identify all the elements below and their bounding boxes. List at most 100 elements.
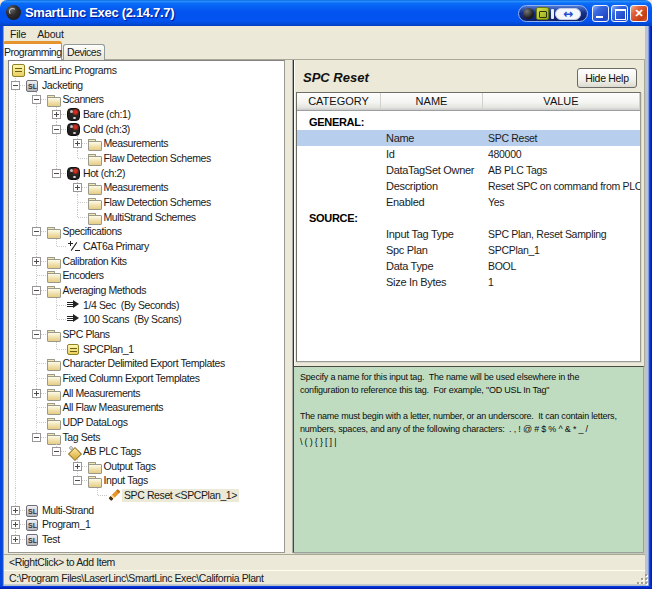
tree-expand-icon[interactable] [11, 535, 20, 544]
tree-item-label[interactable]: Encoders [61, 269, 106, 282]
tree-item-label[interactable]: Input Tags [102, 474, 150, 487]
tree-item[interactable]: Encoders [9, 268, 284, 283]
tree-item[interactable]: SPC Reset <SPCPlan_1> [9, 488, 284, 503]
tree-item-label[interactable]: Scanners [61, 93, 106, 106]
tree-item-label[interactable]: Tag Sets [61, 431, 103, 444]
tree-item-label[interactable]: Flaw Detection Schemes [102, 152, 213, 165]
tree-item-label[interactable]: SPC Plans [61, 328, 112, 341]
tree-item-label[interactable]: Measurements [102, 181, 171, 194]
tab-devices[interactable]: Devices [63, 44, 105, 60]
tree-expand-icon[interactable] [32, 257, 41, 266]
tab-programming[interactable]: Programming [3, 41, 62, 60]
tree-collapse-icon[interactable] [52, 447, 61, 456]
grid-row[interactable]: NameSPC Reset [297, 130, 640, 146]
tree-item[interactable]: Program_1 [9, 517, 284, 532]
tree-expand-icon[interactable] [73, 462, 82, 471]
tree-item-label[interactable]: Program_1 [40, 518, 92, 531]
tree-item-label[interactable]: Hot (ch:2) [81, 167, 127, 180]
grid-prop-value[interactable]: BOOL [488, 258, 516, 274]
tree-expand-icon[interactable] [73, 139, 82, 148]
tree-item[interactable]: Fixed Column Export Templates [9, 371, 284, 386]
tree-collapse-icon[interactable] [32, 95, 41, 104]
tree-item[interactable]: 1/4 Sec (By Seconds) [9, 298, 284, 313]
tree-collapse-icon[interactable] [52, 125, 61, 134]
grid-prop-value[interactable]: 1 [488, 274, 494, 290]
tree-item[interactable]: Hot (ch:2) [9, 166, 284, 181]
tree-item-label[interactable]: Flaw Detection Schemes [102, 196, 213, 209]
grid-row[interactable]: GENERAL: [297, 114, 640, 130]
minimize-button[interactable] [592, 5, 609, 22]
tree-item[interactable]: 100 Scans (By Scans) [9, 312, 284, 327]
tree-item[interactable]: Flaw Detection Schemes [9, 151, 284, 166]
tree-item-label[interactable]: Character Delimited Export Templates [61, 357, 227, 370]
swap-arrows-icon[interactable]: ↔ [555, 8, 581, 20]
tree-item[interactable]: Test [9, 532, 284, 547]
tree-item[interactable]: Averaging Methods [9, 283, 284, 298]
tree-item-label[interactable]: CAT6a Primary [81, 240, 151, 253]
tree-collapse-icon[interactable] [32, 286, 41, 295]
tree-item[interactable]: MultiStrand Schemes [9, 210, 284, 225]
tree-item[interactable]: Calibration Kits [9, 254, 284, 269]
tree-item[interactable]: Output Tags [9, 459, 284, 474]
tree-expand-icon[interactable] [11, 506, 20, 515]
tree-expand-icon[interactable] [32, 389, 41, 398]
tree-item-label[interactable]: All Measurements [61, 387, 143, 400]
tree-item[interactable]: UDP DataLogs [9, 415, 284, 430]
tree-item[interactable]: SPCPlan_1 [9, 342, 284, 357]
tree-item-label[interactable]: All Flaw Measurements [61, 401, 166, 414]
tree-collapse-icon[interactable] [32, 227, 41, 236]
tree-item-label[interactable]: UDP DataLogs [61, 416, 130, 429]
tree-collapse-icon[interactable] [52, 169, 61, 178]
grid-row[interactable]: DataTagSet OwnerAB PLC Tags [297, 162, 640, 178]
tree-collapse-icon[interactable] [32, 433, 41, 442]
grid-column-name[interactable]: NAME [381, 93, 483, 110]
tree-item-label[interactable]: Multi-Strand [40, 504, 96, 517]
grid-row[interactable]: Id480000 [297, 146, 640, 162]
menu-file[interactable]: File [6, 27, 30, 41]
tree-item-label[interactable]: Fixed Column Export Templates [61, 372, 202, 385]
tree-item[interactable]: Scanners [9, 92, 284, 107]
tree-item-label[interactable]: Test [40, 533, 62, 546]
tree-item[interactable]: AB PLC Tags [9, 444, 284, 459]
tree-item-label[interactable]: AB PLC Tags [81, 445, 143, 458]
tree-item-label[interactable]: Calibration Kits [61, 255, 129, 268]
tree-expand-icon[interactable] [52, 110, 61, 119]
tree-item[interactable]: Tag Sets [9, 430, 284, 445]
grid-prop-value[interactable]: SPC Plan, Reset Sampling [488, 226, 606, 242]
grid-column-value[interactable]: VALUE [483, 93, 640, 110]
tree-item[interactable]: All Flaw Measurements [9, 400, 284, 415]
tree-item[interactable]: Bare (ch:1) [9, 107, 284, 122]
grid-prop-value[interactable]: Yes [488, 194, 504, 210]
tree-item-label[interactable]: Cold (ch:3) [81, 123, 132, 136]
tree-item[interactable]: Character Delimited Export Templates [9, 356, 284, 371]
tree-item[interactable]: Multi-Strand [9, 503, 284, 518]
tree-item[interactable]: CAT6a Primary [9, 239, 284, 254]
tree-item-label[interactable]: SmartLinc Programs [26, 64, 119, 77]
grid-prop-value[interactable]: 480000 [488, 146, 521, 162]
tree-item-label[interactable]: Jacketing [40, 79, 85, 92]
maximize-button[interactable] [611, 5, 628, 22]
tree-item-label[interactable]: 1/4 Sec (By Seconds) [81, 299, 181, 312]
tree-item-label[interactable]: 100 Scans (By Scans) [81, 313, 183, 326]
grid-row[interactable]: Size In Bytes1 [297, 274, 640, 290]
grid-prop-value[interactable]: Reset SPC on command from PLC [488, 178, 641, 194]
tree-item[interactable]: SmartLinc Programs [9, 63, 284, 78]
tree-item[interactable]: Input Tags [9, 473, 284, 488]
green-status-icon[interactable] [536, 7, 549, 20]
laserlinc-logo-icon[interactable] [523, 8, 534, 19]
title-bar[interactable]: SmartLinc Exec (2.14.7.7) ↔ [0, 0, 652, 26]
grid-row[interactable]: Input Tag TypeSPC Plan, Reset Sampling [297, 226, 640, 242]
tree-item-label[interactable]: SPC Reset <SPCPlan_1> [122, 489, 239, 502]
grid-row[interactable]: EnabledYes [297, 194, 640, 210]
grid-prop-value[interactable]: SPCPlan_1 [488, 242, 540, 258]
grid-row[interactable]: DescriptionReset SPC on command from PLC [297, 178, 640, 194]
grid-row[interactable]: Spc PlanSPCPlan_1 [297, 242, 640, 258]
grid-row[interactable]: SOURCE: [297, 210, 640, 226]
tree-item[interactable]: Jacketing [9, 78, 284, 93]
grid-prop-value[interactable]: SPC Reset [488, 130, 537, 146]
menu-about[interactable]: About [33, 27, 67, 41]
tree-expand-icon[interactable] [11, 520, 20, 529]
close-button[interactable] [630, 5, 648, 22]
tree-item[interactable]: Measurements [9, 180, 284, 195]
tree-item[interactable]: Measurements [9, 136, 284, 151]
